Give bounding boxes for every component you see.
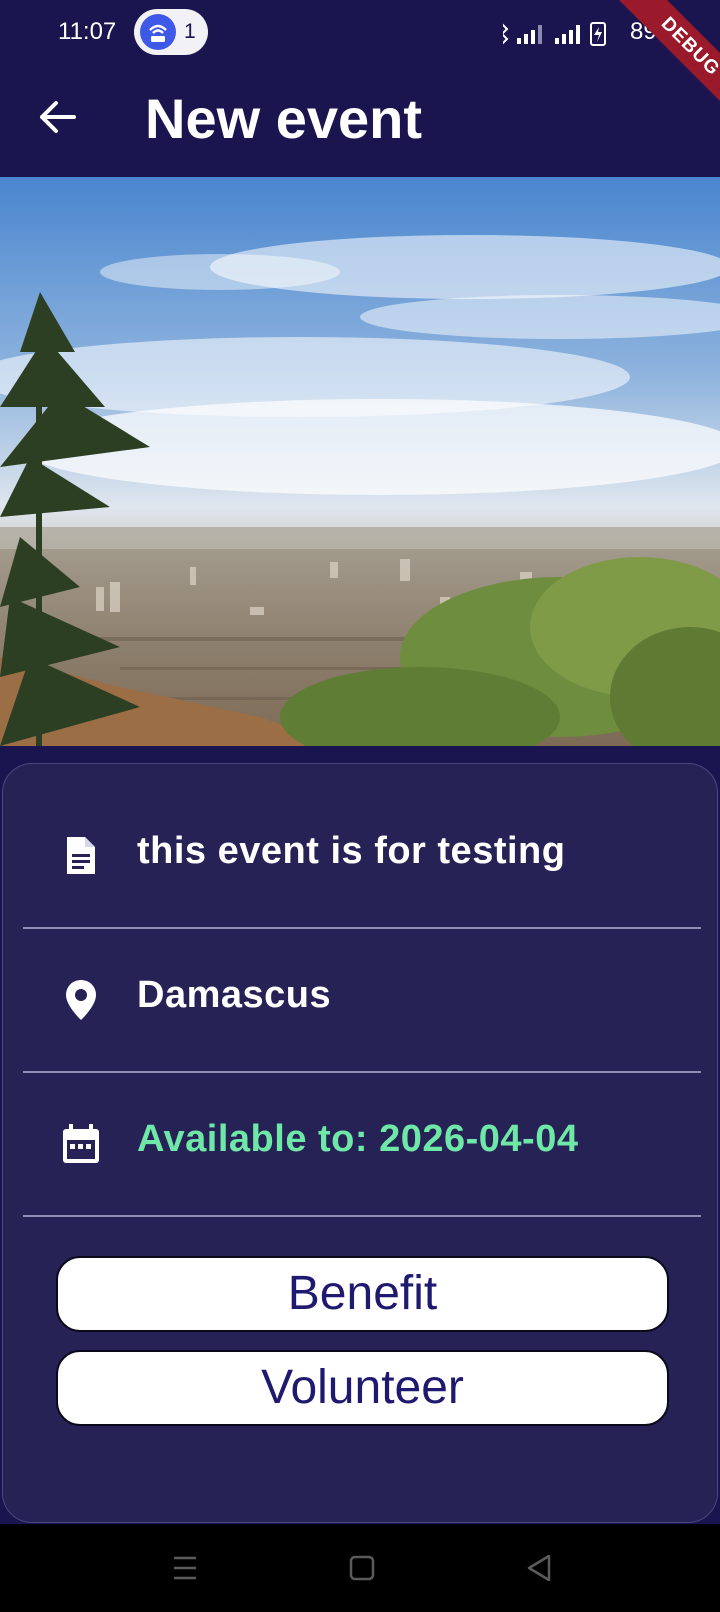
system-navigation-bar [0, 1524, 720, 1612]
document-icon [67, 837, 95, 874]
event-location: Damascus [137, 974, 332, 1016]
bluetooth-icon [503, 23, 509, 45]
home-icon[interactable] [342, 1548, 382, 1588]
benefit-button[interactable]: Benefit [56, 1256, 669, 1332]
divider [23, 1215, 701, 1217]
status-bar: 11:07 1 DEBUG [0, 0, 720, 130]
menu-icon[interactable] [165, 1548, 205, 1588]
date-row: Available to: 2026-04-04 [23, 1072, 701, 1216]
back-button[interactable] [30, 90, 84, 144]
location-pin-icon [66, 980, 96, 1020]
battery-charging-icon [590, 22, 606, 46]
description-row: this event is for testing [23, 784, 701, 928]
status-time: 11:07 [58, 18, 117, 45]
volunteer-button[interactable]: Volunteer [56, 1350, 669, 1426]
hotspot-indicator: 1 [134, 9, 208, 55]
calendar-icon [63, 1124, 99, 1163]
location-row: Damascus [23, 928, 701, 1072]
signal-icon [555, 25, 580, 44]
arrow-back-icon [40, 101, 76, 133]
hotspot-icon [140, 14, 176, 50]
event-available-date: Available to: 2026-04-04 [137, 1118, 579, 1160]
hotspot-count: 1 [184, 20, 196, 43]
event-image [0, 177, 720, 746]
back-icon[interactable] [519, 1548, 559, 1588]
page-title: New event [145, 87, 422, 150]
event-details-screen: 11:07 1 DEBUG New event this event is fo… [0, 0, 720, 1612]
event-description: this event is for testing [137, 830, 566, 872]
app-bar: New event [0, 64, 720, 177]
city-landscape-photo [0, 177, 720, 746]
signal-icon [517, 25, 542, 44]
event-details-card: this event is for testing Damascus Avail… [2, 763, 718, 1523]
